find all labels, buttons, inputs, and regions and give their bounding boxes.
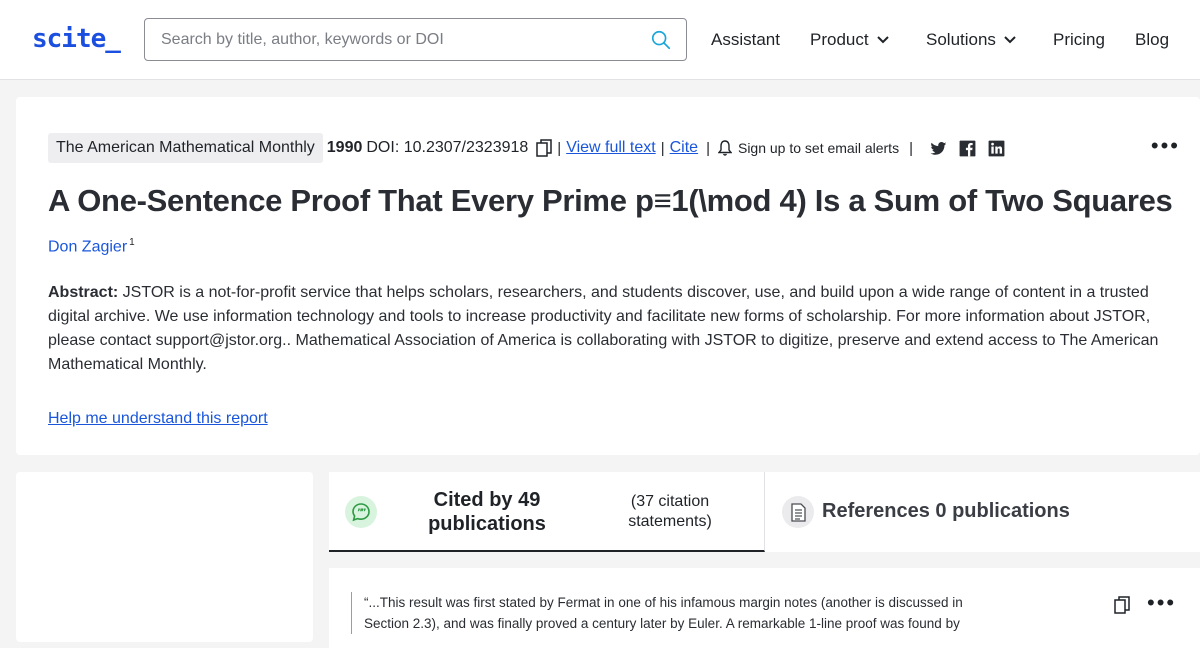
more-options-icon[interactable]: ••• xyxy=(1151,133,1180,159)
search-box[interactable] xyxy=(144,18,687,61)
article-title: A One-Sentence Proof That Every Prime p≡… xyxy=(48,183,1173,218)
twitter-icon[interactable] xyxy=(929,139,948,158)
scite-logo[interactable]: scite_ xyxy=(32,24,121,54)
chat-bubble-icon: ” ” xyxy=(345,496,377,528)
article-meta-row: The American Mathematical Monthly 1990 D… xyxy=(48,133,1006,163)
author-affiliation-marker: 1 xyxy=(129,237,135,248)
citation-tabs: ” ” Cited by 49 publications (37 citatio… xyxy=(329,472,1200,552)
separator: | xyxy=(909,139,913,157)
cited-by-count: Cited by 49 publications xyxy=(428,489,546,535)
author-link[interactable]: Don Zagier 1 xyxy=(48,237,135,256)
nav-assistant[interactable]: Assistant xyxy=(711,30,780,50)
help-understand-report-link[interactable]: Help me understand this report xyxy=(48,410,268,428)
separator: | xyxy=(557,139,562,157)
article-card: The American Mathematical Monthly 1990 D… xyxy=(16,97,1200,455)
nav-product[interactable]: Product xyxy=(810,30,889,50)
tab-references[interactable]: References 0 publications xyxy=(766,472,1200,552)
nav-product-label: Product xyxy=(810,30,869,49)
nav-pricing-label: Pricing xyxy=(1053,30,1105,49)
chevron-down-icon xyxy=(876,36,889,44)
view-full-text-link[interactable]: View full text xyxy=(566,139,656,157)
journal-badge[interactable]: The American Mathematical Monthly xyxy=(48,133,323,163)
abstract: Abstract: JSTOR is a not-for-profit serv… xyxy=(48,281,1173,377)
email-alert-button[interactable]: Sign up to set email alerts xyxy=(717,140,900,156)
email-alert-label: Sign up to set email alerts xyxy=(737,140,900,156)
cite-link[interactable]: Cite xyxy=(670,139,698,157)
nav-solutions-label: Solutions xyxy=(926,30,996,49)
author-name: Don Zagier xyxy=(48,238,128,256)
separator: | xyxy=(706,139,710,157)
chevron-down-icon xyxy=(1004,36,1016,44)
citation-statement-card: “...This result was first stated by Ferm… xyxy=(329,568,1200,648)
citation-quote: “...This result was first stated by Ferm… xyxy=(351,592,981,634)
nav-pricing[interactable]: Pricing xyxy=(1053,30,1105,50)
abstract-text: JSTOR is a not-for-profit service that h… xyxy=(48,284,1159,373)
svg-text:”: ” xyxy=(361,508,367,518)
facebook-icon[interactable] xyxy=(958,139,977,158)
nav-assistant-label: Assistant xyxy=(711,30,780,49)
nav-blog-label: Blog xyxy=(1135,30,1170,49)
copy-icon[interactable] xyxy=(536,139,553,157)
citation-statements-count: (37 citation statements) xyxy=(628,493,712,530)
bell-icon xyxy=(717,140,732,156)
linkedin-icon[interactable] xyxy=(987,139,1006,158)
nav-solutions[interactable]: Solutions xyxy=(926,30,1016,50)
search-input[interactable] xyxy=(161,29,631,51)
copy-icon[interactable] xyxy=(1113,596,1131,614)
more-options-icon[interactable]: ••• xyxy=(1147,590,1176,616)
tab-cited-by[interactable]: ” ” Cited by 49 publications (37 citatio… xyxy=(329,472,765,552)
references-count: References 0 publications xyxy=(822,500,1070,522)
publication-year: 1990 xyxy=(326,139,363,156)
separator: | xyxy=(660,139,665,157)
search-icon[interactable] xyxy=(650,29,672,51)
nav-blog[interactable]: Blog xyxy=(1135,30,1169,50)
abstract-label: Abstract: xyxy=(48,284,119,301)
document-icon xyxy=(782,496,814,528)
left-sidebar-panel xyxy=(16,472,313,642)
top-navigation-bar: scite_ Assistant Product Solutions Prici… xyxy=(0,0,1200,80)
doi-text: DOI: 10.2307/2323918 xyxy=(366,139,529,156)
